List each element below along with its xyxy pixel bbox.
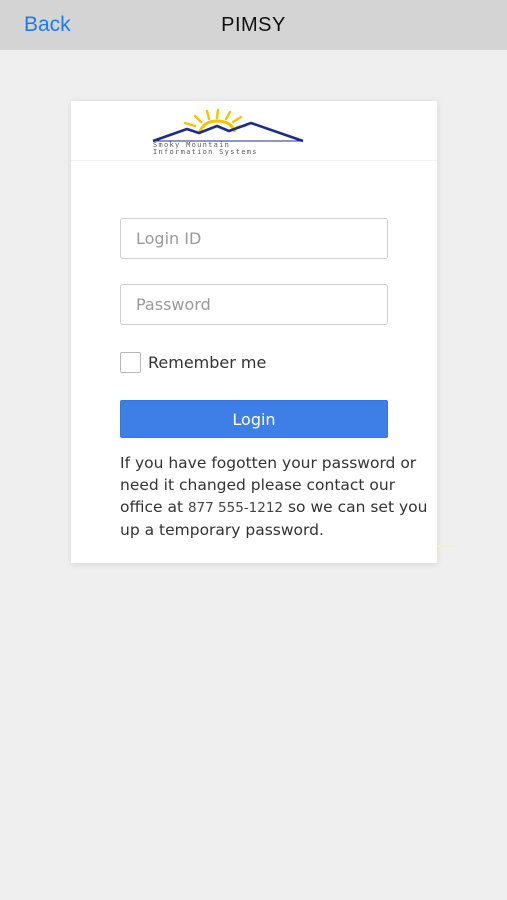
password-input[interactable]	[120, 284, 388, 325]
remember-me-toggle[interactable]: Remember me	[120, 351, 266, 373]
logo-wordmark: Smoky Mountain Information Systems	[153, 141, 258, 156]
remember-me-label: Remember me	[148, 352, 267, 372]
page-title: PIMSY	[221, 14, 286, 36]
logo-header: Smoky Mountain Information Systems	[71, 101, 437, 161]
company-logo-icon	[152, 108, 304, 143]
phone-number: 877 555-1212	[187, 500, 284, 516]
login-card: Smoky Mountain Information Systems Remem…	[71, 101, 437, 563]
login-id-input[interactable]	[120, 218, 388, 259]
password-help-text: If you have fogotten your password or ne…	[120, 452, 430, 541]
login-button[interactable]: Login	[120, 400, 388, 438]
remember-me-checkbox[interactable]	[120, 351, 141, 373]
navigation-bar: Back PIMSY	[0, 0, 507, 50]
decorative-line	[437, 545, 455, 547]
